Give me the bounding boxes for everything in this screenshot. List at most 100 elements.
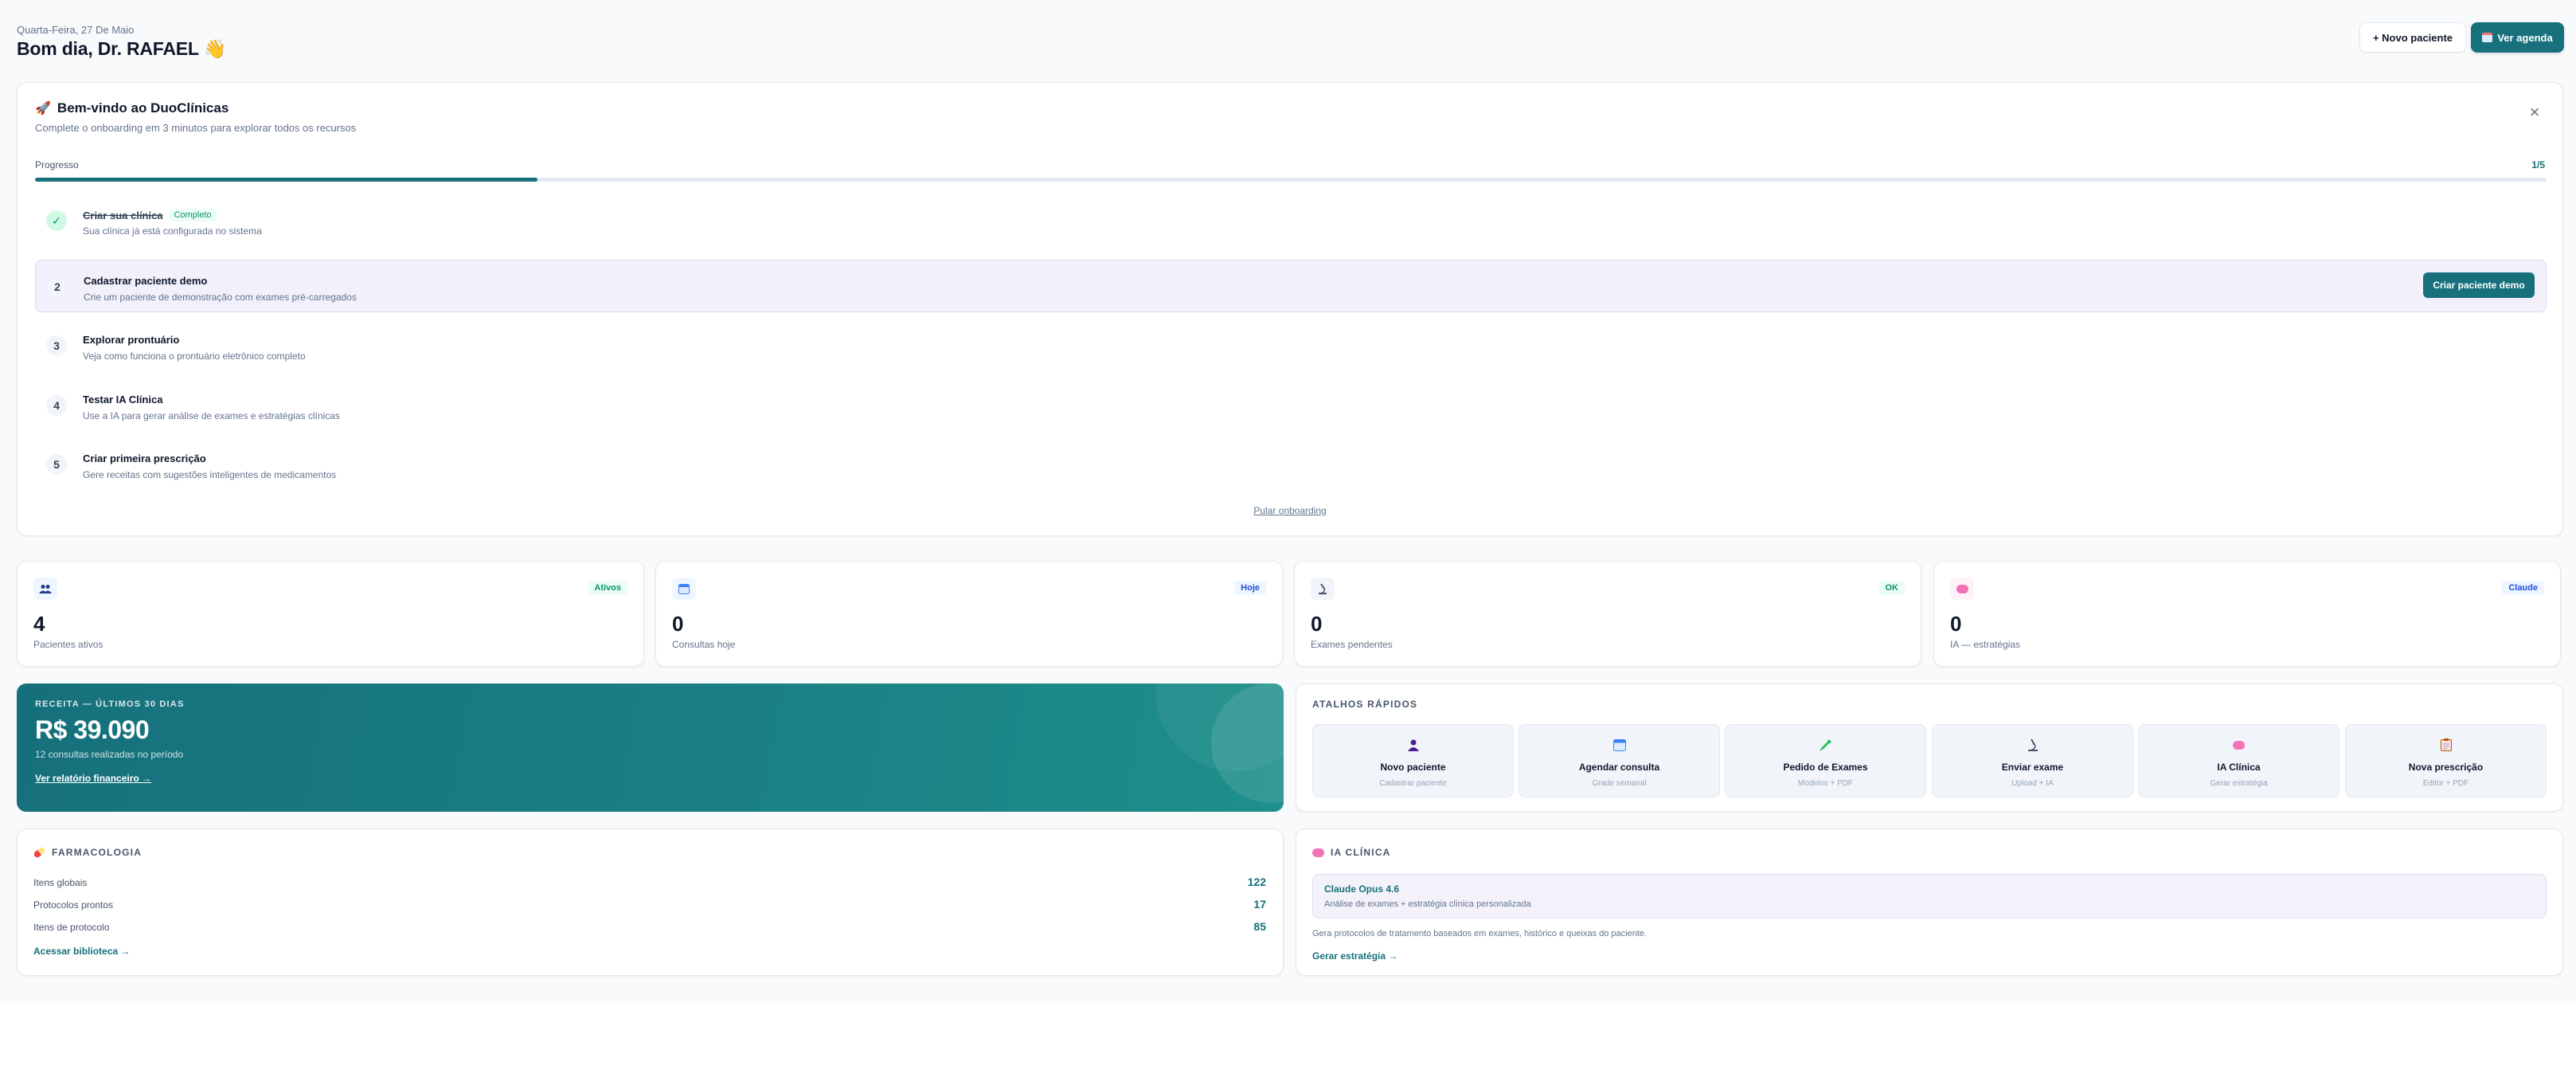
revenue-subtitle: 12 consultas realizadas no período — [35, 749, 184, 760]
brain-icon — [2139, 736, 2339, 754]
row-value: 85 — [1253, 920, 1266, 933]
step-title: Cadastrar paciente demo — [84, 275, 207, 287]
step-title-text: Cadastrar paciente demo — [84, 275, 208, 287]
shortcut-title: Nova prescrição — [2408, 762, 2484, 773]
new-patient-label: + Novo paciente — [2372, 31, 2453, 44]
shortcut-new-patient[interactable]: Novo paciente Cadastrar paciente — [1312, 724, 1514, 797]
library-link[interactable]: Acessar biblioteca → — [33, 946, 130, 957]
create-demo-patient-button[interactable]: Criar paciente demo — [2423, 272, 2535, 298]
user-icon — [1313, 736, 1513, 754]
pharmacology-row: Itens de protocolo 85 — [33, 920, 1266, 933]
dashboard: Quarta-Feira, 27 De Maio Bom dia, Dr. RA… — [0, 0, 2576, 1001]
ai-model-name: Claude Opus 4.6 — [1324, 883, 1400, 895]
stat-value: 0 — [1311, 612, 1323, 636]
shortcut-title: Novo paciente — [1380, 762, 1446, 773]
step-description: Gere receitas com sugestões inteligentes… — [83, 469, 337, 480]
step-number: 3 — [46, 335, 67, 356]
revenue-card: RECEITA — ÚLTIMOS 30 DIAS R$ 39.090 12 c… — [17, 684, 1284, 812]
shortcut-exam-request[interactable]: Pedido de Exames Modelos + PDF — [1725, 724, 1926, 797]
stat-card-patients[interactable]: Ativos 4 Pacientes ativos — [17, 561, 644, 667]
onboarding-title: 🚀 Bem-vindo ao DuoClínicas — [35, 100, 229, 116]
shortcut-title: Agendar consulta — [1578, 762, 1660, 773]
skip-onboarding-link[interactable]: Pular onboarding — [18, 505, 2562, 516]
step-title-text: Criar primeira prescrição — [83, 452, 206, 464]
view-agenda-button[interactable]: Ver agenda — [2471, 22, 2564, 53]
brain-icon — [1950, 578, 1974, 600]
shortcut-ia-clinica[interactable]: IA Clínica Gerar estratégia — [2138, 724, 2340, 797]
stat-card-appointments[interactable]: Hoje 0 Consultas hoje — [655, 561, 1283, 667]
shortcut-subtitle: Modelos + PDF — [1797, 779, 1854, 788]
generate-strategy-link[interactable]: Gerar estratégia → — [1312, 950, 1397, 962]
brain-icon — [1312, 848, 1324, 857]
row-value: 17 — [1253, 898, 1266, 911]
ai-model-box: Claude Opus 4.6 Análise de exames + estr… — [1312, 874, 2547, 919]
step-description: Veja como funciona o prontuário eletrôni… — [83, 351, 306, 362]
syringe-icon — [1726, 736, 1925, 754]
step-title-text: Testar IA Clínica — [83, 394, 163, 405]
ai-model-description: Análise de exames + estratégia clínica p… — [1324, 899, 1531, 909]
step-title: Criar sua clínica Completo — [83, 209, 217, 221]
onboarding-step-1[interactable]: ✓ Criar sua clínica Completo Sua clínica… — [35, 194, 2547, 247]
shortcut-schedule[interactable]: Agendar consulta Grade semanal — [1519, 724, 1720, 797]
shortcut-subtitle: Gerar estratégia — [2210, 779, 2268, 788]
pharmacology-title-text: FARMACOLOGIA — [52, 847, 143, 858]
stat-label: IA — estratégias — [1950, 639, 2021, 650]
shortcut-subtitle: Grade semanal — [1592, 779, 1647, 788]
status-badge: OK — [1878, 581, 1905, 595]
shortcut-subtitle: Upload + IA — [2011, 779, 2054, 788]
ia-clinica-card: IA CLÍNICA Claude Opus 4.6 Análise de ex… — [1296, 829, 2563, 976]
rocket-icon: 🚀 — [35, 102, 51, 116]
onboarding-card: 🚀 Bem-vindo ao DuoClínicas Complete o on… — [17, 82, 2563, 536]
onboarding-subtitle: Complete o onboarding em 3 minutos para … — [35, 122, 357, 134]
stat-label: Pacientes ativos — [33, 639, 104, 650]
financial-report-link[interactable]: Ver relatório financeiro → — [35, 773, 151, 784]
calendar-icon — [2482, 33, 2493, 42]
stat-label: Consultas hoje — [672, 639, 736, 650]
calendar-icon — [1519, 736, 1719, 754]
progress-bar — [35, 178, 2547, 182]
microscope-icon — [1933, 736, 2132, 754]
step-description: Sua clínica já está configurada no siste… — [83, 225, 262, 237]
onboarding-step-3[interactable]: 3 Explorar prontuário Veja como funciona… — [35, 319, 2547, 372]
ia-clinica-title-text: IA CLÍNICA — [1331, 847, 1391, 858]
progress-label: Progresso — [35, 159, 79, 170]
onboarding-step-5[interactable]: 5 Criar primeira prescrição Gere receita… — [35, 438, 2547, 491]
pharmacology-card: FARMACOLOGIA Itens globais 122 Protocolo… — [17, 829, 1284, 976]
new-patient-button[interactable]: + Novo paciente — [2359, 22, 2466, 53]
microscope-icon — [1311, 578, 1335, 600]
progress-fill — [35, 178, 537, 182]
stat-card-ai[interactable]: Claude 0 IA — estratégias — [1933, 561, 2561, 667]
status-badge: Completo — [169, 209, 217, 221]
row-value: 122 — [1247, 876, 1266, 888]
ia-clinica-title: IA CLÍNICA — [1312, 847, 1391, 858]
row-label: Itens globais — [33, 877, 88, 888]
pill-icon — [33, 846, 46, 859]
shortcuts-title: ATALHOS RÁPIDOS — [1312, 699, 1418, 710]
stat-value: 4 — [33, 612, 45, 636]
shortcut-send-exam[interactable]: Enviar exame Upload + IA — [1932, 724, 2133, 797]
step-title-text: Criar sua clínica — [83, 209, 163, 221]
step-description: Use a IA para gerar análise de exames e … — [83, 410, 340, 421]
clipboard-icon — [2346, 736, 2546, 754]
pharmacology-title: FARMACOLOGIA — [33, 846, 143, 859]
shortcut-title: Pedido de Exames — [1783, 762, 1868, 773]
step-title: Explorar prontuário — [83, 334, 179, 346]
row-label: Itens de protocolo — [33, 922, 110, 933]
shortcut-new-prescription[interactable]: Nova prescrição Editor + PDF — [2345, 724, 2547, 797]
revenue-label: RECEITA — ÚLTIMOS 30 DIAS — [35, 699, 185, 709]
status-badge: Ativos — [588, 581, 627, 595]
stat-card-exams[interactable]: OK 0 Exames pendentes — [1294, 561, 1921, 667]
close-icon[interactable]: × — [2526, 104, 2543, 121]
step-number: 4 — [46, 395, 67, 416]
pharmacology-row: Itens globais 122 — [33, 876, 1266, 888]
current-date: Quarta-Feira, 27 De Maio — [17, 24, 135, 36]
onboarding-step-4[interactable]: 4 Testar IA Clínica Use a IA para gerar … — [35, 379, 2547, 432]
calendar-icon — [672, 578, 696, 600]
stat-value: 0 — [672, 612, 684, 636]
status-badge: Claude — [2502, 581, 2544, 595]
step-number: 2 — [47, 276, 68, 297]
revenue-value: R$ 39.090 — [35, 715, 150, 744]
stat-label: Exames pendentes — [1311, 639, 1393, 650]
onboarding-step-2[interactable]: 2 Cadastrar paciente demo Crie um pacien… — [35, 260, 2547, 312]
check-icon: ✓ — [46, 210, 67, 231]
